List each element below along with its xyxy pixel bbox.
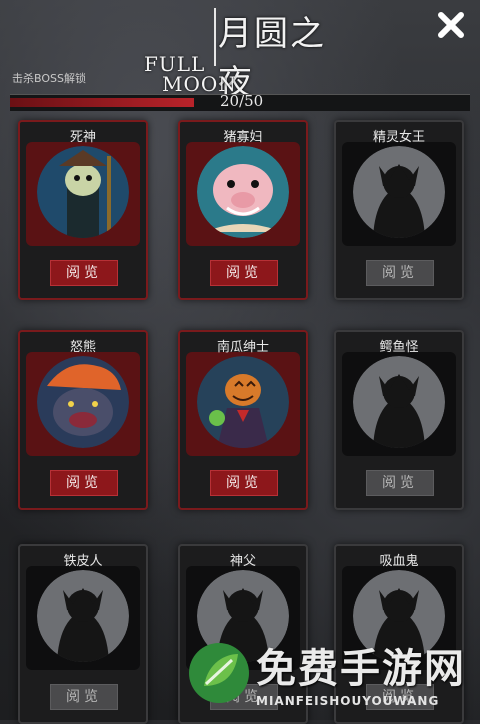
view-button[interactable]: 阅览 (50, 684, 118, 710)
boss-portrait (353, 356, 445, 448)
close-icon[interactable] (434, 10, 468, 44)
view-button[interactable]: 阅览 (210, 470, 278, 496)
boss-portrait (37, 570, 129, 662)
view-button[interactable]: 阅览 (50, 470, 118, 496)
boss-name: 南瓜绅士 (216, 340, 269, 355)
unlock-label: 击杀BOSS解锁 (12, 72, 86, 85)
boss-portrait (353, 146, 445, 238)
boss-card[interactable]: 鳄鱼怪 阅览 (334, 330, 464, 510)
boss-name: 猪寡妇 (223, 130, 263, 145)
close-x-icon[interactable] (436, 10, 466, 40)
logo-divider (214, 8, 216, 66)
boss-name: 神父 (229, 554, 256, 569)
boss-name: 铁皮人 (63, 554, 103, 569)
boss-portrait (197, 356, 289, 448)
view-button[interactable]: 阅览 (210, 260, 278, 286)
progress-fill (10, 98, 194, 107)
boss-name: 吸血鬼 (379, 554, 419, 569)
view-button[interactable]: 阅览 (50, 260, 118, 286)
watermark-cn: 免费手游网 (256, 646, 466, 692)
progress-text: 20/50 (220, 92, 264, 110)
boss-name: 精灵女王 (372, 130, 425, 145)
boss-card[interactable]: 猪寡妇 阅览 (178, 120, 308, 300)
unlock-progress-bar: 20/50 (10, 92, 470, 111)
watermark-en: MIANFEISHOUYOUWANG (256, 694, 440, 708)
boss-card[interactable]: 南瓜绅士 阅览 (178, 330, 308, 510)
boss-card[interactable]: 精灵女王 阅览 (334, 120, 464, 300)
boss-card[interactable]: 怒熊 阅览 (18, 330, 148, 510)
boss-name: 鳄鱼怪 (379, 340, 419, 355)
view-button[interactable]: 阅览 (366, 260, 434, 286)
boss-card[interactable]: 死神 阅览 (18, 120, 148, 300)
boss-portrait (37, 146, 129, 238)
view-button[interactable]: 阅览 (366, 470, 434, 496)
leaf-logo-icon (189, 643, 249, 703)
boss-name: 怒熊 (69, 340, 96, 355)
boss-portrait (197, 146, 289, 238)
boss-card[interactable]: 铁皮人 阅览 (18, 544, 148, 724)
watermark: 免费手游网 MIANFEISHOUYOUWANG (186, 636, 476, 716)
boss-name: 死神 (69, 130, 96, 145)
boss-portrait (37, 356, 129, 448)
game-logo: 月圆之夜 FULL MOON (140, 2, 340, 103)
